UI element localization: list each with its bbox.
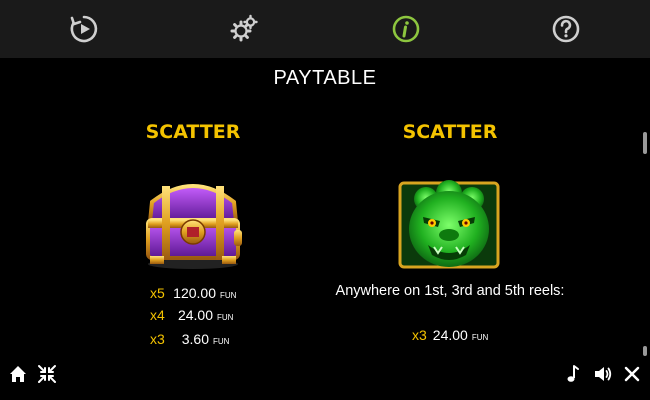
close-icon (624, 366, 640, 382)
info-icon (392, 15, 420, 43)
pay-currency: FUN (213, 337, 230, 346)
pay-multiplier: x5 (150, 285, 165, 301)
music-button[interactable] (561, 362, 585, 386)
scrollbar-thumb[interactable] (643, 132, 647, 154)
pay-currency: FUN (220, 291, 237, 300)
treasure-chest-icon (146, 184, 242, 269)
pay-amount: 3.60 (181, 331, 209, 347)
symbol-title: SCATTER (145, 121, 241, 143)
pay-currency: FUN (217, 313, 234, 322)
pay-multiplier: x3 (150, 331, 165, 347)
music-icon (567, 365, 579, 382)
pay-amount: 24.00 (432, 327, 468, 343)
pay-amount: 120.00 (173, 285, 216, 301)
scatter-rule-text: Anywhere on 1st, 3rd and 5th reels: (335, 283, 565, 299)
sound-icon (595, 367, 612, 381)
settings-button[interactable] (226, 11, 262, 47)
home-icon (10, 366, 26, 382)
symbol-title: SCATTER (402, 121, 498, 143)
pay-multiplier: x4 (150, 307, 165, 323)
pay-row: x5 120.00 FUN (150, 285, 236, 301)
top-toolbar (0, 0, 650, 58)
pay-currency: FUN (471, 333, 489, 342)
home-button[interactable] (6, 362, 30, 386)
pay-amount: 24.00 (177, 307, 213, 323)
autoplay-icon (70, 15, 98, 43)
collapse-icon (38, 365, 56, 383)
scrollbar-end (643, 346, 647, 356)
pay-row: x3 24.00 FUN (412, 327, 488, 343)
sound-button[interactable] (591, 362, 615, 386)
help-icon (552, 15, 580, 43)
pay-row: x4 24.00 FUN (150, 307, 233, 323)
jade-lion-icon (398, 180, 500, 269)
help-button[interactable] (548, 11, 584, 47)
pay-row: x3 3.60 FUN (150, 331, 229, 347)
page-title: PAYTABLE (273, 67, 377, 89)
collapse-button[interactable] (35, 362, 59, 386)
pay-multiplier: x3 (412, 327, 427, 343)
autoplay-button[interactable] (66, 11, 102, 47)
info-button[interactable] (388, 11, 424, 47)
close-button[interactable] (620, 362, 644, 386)
settings-icon (230, 14, 258, 42)
